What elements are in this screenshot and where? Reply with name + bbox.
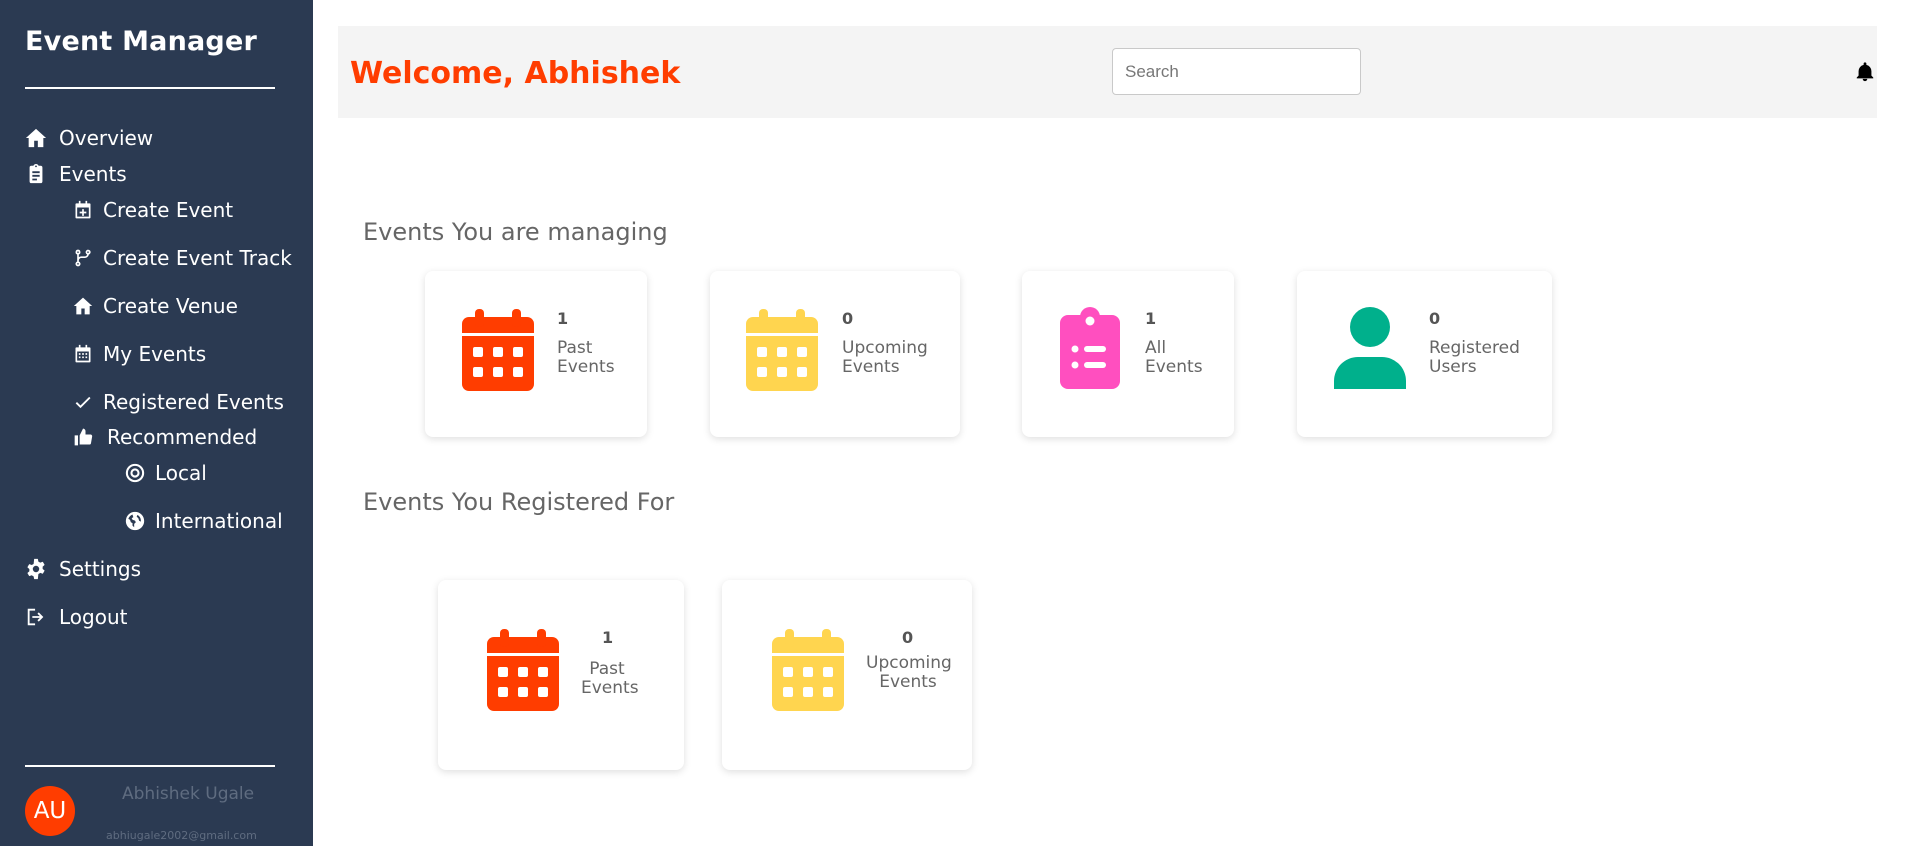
- check-icon: [75, 396, 91, 409]
- section-title-managing: Events You are managing: [363, 218, 668, 246]
- sidebar-item-create-venue[interactable]: Create Venue: [73, 294, 238, 318]
- stat-count: 1: [602, 628, 614, 647]
- sidebar-item-label: My Events: [103, 342, 207, 366]
- sidebar-item-label: Create Venue: [103, 294, 238, 318]
- stat-count: 1: [557, 309, 569, 328]
- calendar-icon: [746, 309, 818, 391]
- sidebar-item-label: Create Event: [103, 198, 234, 222]
- stat-label-line: Upcoming: [842, 338, 928, 358]
- sidebar-item-events[interactable]: Events: [25, 162, 127, 186]
- clipboard-icon: [29, 163, 43, 184]
- stat-label-line: Past: [589, 659, 625, 679]
- stat-label-line: Events: [879, 672, 937, 692]
- stat-label: Past Events: [581, 659, 639, 698]
- calendar-icon: [462, 309, 534, 391]
- stat-card-upcoming-events[interactable]: 0 Upcoming Events: [710, 271, 960, 437]
- sidebar-item-recommended[interactable]: Recommended: [73, 425, 257, 449]
- stat-label-line: Upcoming: [866, 653, 952, 673]
- brand-title: Event Manager: [25, 26, 257, 57]
- home-icon: [73, 297, 93, 315]
- stat-label-line: Events: [1145, 357, 1203, 377]
- stat-card-all-events[interactable]: 1 All Events: [1022, 271, 1234, 437]
- globe-icon: [125, 511, 145, 531]
- avatar[interactable]: AU: [25, 786, 75, 836]
- clipboard-list-icon: [1060, 307, 1120, 389]
- stat-label-line: Past: [557, 338, 593, 358]
- stat-label: Past Events: [557, 339, 615, 377]
- stat-label: All Events: [1145, 339, 1203, 377]
- bell-icon[interactable]: [1854, 61, 1876, 83]
- stat-count: 1: [1145, 309, 1157, 328]
- sidebar-item-label: Local: [155, 461, 207, 485]
- user-icon: [1334, 307, 1406, 389]
- calendar-icon: [75, 344, 91, 363]
- sidebar-item-local[interactable]: Local: [125, 461, 207, 485]
- sidebar-item-label: Settings: [59, 557, 142, 581]
- sidebar-divider: [25, 87, 275, 89]
- sidebar-item-international[interactable]: International: [125, 509, 283, 533]
- stat-count: 0: [902, 628, 914, 647]
- sidebar-item-overview[interactable]: Overview: [25, 126, 153, 150]
- stat-label-line: Events: [581, 678, 639, 698]
- sidebar-item-label: Create Event Track: [103, 246, 292, 270]
- sidebar-item-label: Events: [59, 162, 127, 186]
- sidebar-item-label: Recommended: [107, 425, 258, 449]
- stat-label: Registered Users: [1429, 339, 1520, 377]
- stat-count: 0: [842, 309, 854, 328]
- stat-card-registered-past-events[interactable]: 1 Past Events: [438, 580, 684, 770]
- section-title-registered: Events You Registered For: [363, 488, 675, 516]
- user-name: Abhishek Ugale: [122, 784, 255, 804]
- stat-card-past-events[interactable]: 1 Past Events: [425, 271, 647, 437]
- calendar-icon: [772, 629, 844, 711]
- sign-out-icon: [27, 608, 44, 626]
- sidebar-item-label: Logout: [59, 605, 128, 629]
- stat-count: 0: [1429, 309, 1441, 328]
- calendar-icon: [487, 629, 559, 711]
- user-email: abhiugale2002@gmail.com: [106, 829, 257, 842]
- calendar-plus-icon: [75, 200, 91, 219]
- sidebar-item-label: Overview: [59, 126, 154, 150]
- sidebar-item-label: Registered Events: [103, 390, 284, 414]
- stat-card-registered-upcoming-events[interactable]: 0 Upcoming Events: [722, 580, 972, 770]
- gear-icon: [27, 558, 45, 580]
- top-header: Welcome, Abhishek: [338, 26, 1877, 118]
- code-branch-icon: [75, 249, 91, 267]
- search-input[interactable]: [1112, 48, 1361, 95]
- welcome-title: Welcome, Abhishek: [350, 56, 681, 91]
- stat-label-line: All: [1145, 338, 1167, 358]
- stat-label-line: Events: [842, 357, 900, 377]
- stat-card-registered-users[interactable]: 0 Registered Users: [1297, 271, 1552, 437]
- stat-label-line: Events: [557, 357, 615, 377]
- sidebar-item-create-event-track[interactable]: Create Event Track: [73, 246, 292, 270]
- sidebar-item-my-events[interactable]: My Events: [73, 342, 206, 366]
- sidebar-item-registered-events[interactable]: Registered Events: [73, 390, 284, 414]
- sidebar-item-settings[interactable]: Settings: [25, 557, 141, 581]
- stat-label: Upcoming Events: [866, 653, 952, 692]
- sidebar-item-label: International: [155, 509, 283, 533]
- sidebar-divider: [25, 765, 275, 767]
- sidebar: Event Manager Overview Events Create Eve…: [0, 0, 313, 846]
- home-icon: [25, 128, 47, 148]
- sidebar-item-create-event[interactable]: Create Event: [73, 198, 233, 222]
- stat-label-line: Registered: [1429, 338, 1520, 358]
- stat-label: Upcoming Events: [842, 339, 928, 377]
- stat-label-line: Users: [1429, 357, 1477, 377]
- thumbs-up-icon: [74, 428, 93, 446]
- bullseye-icon: [125, 463, 145, 483]
- sidebar-item-logout[interactable]: Logout: [25, 605, 127, 629]
